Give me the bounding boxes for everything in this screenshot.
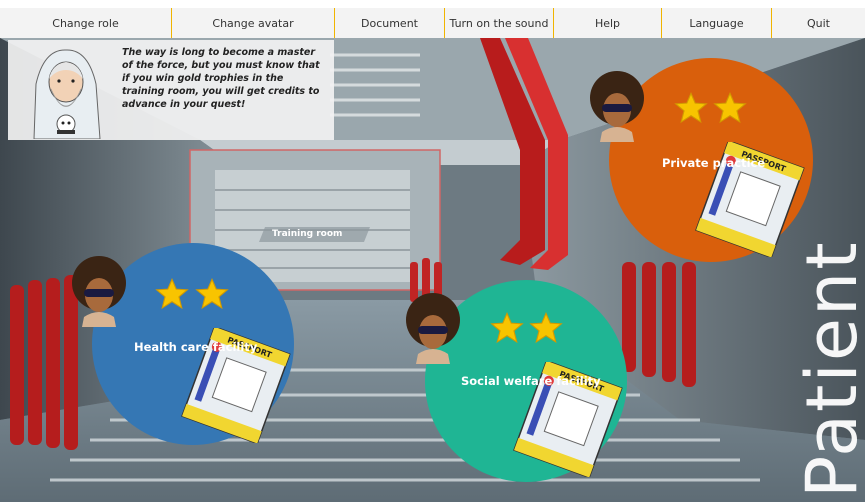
social-welfare-label: Social welfare facility: [461, 374, 601, 388]
mentor-dialog: The way is long to become a master of th…: [8, 40, 334, 140]
patient-avatar-social: [406, 293, 460, 364]
change-avatar-button[interactable]: Change avatar: [172, 8, 335, 38]
quit-button[interactable]: Quit: [772, 8, 865, 38]
training-room-label[interactable]: Training room: [272, 229, 342, 239]
star-icon: [713, 92, 747, 124]
private-practice-label: Private practice: [662, 156, 766, 170]
star-icon: [674, 92, 708, 124]
sound-toggle-button[interactable]: Turn on the sound: [445, 8, 554, 38]
language-button[interactable]: Language: [662, 8, 772, 38]
change-role-button[interactable]: Change role: [0, 8, 172, 38]
mentor-message: The way is long to become a master of th…: [122, 47, 320, 110]
mentor-avatar: [33, 49, 101, 139]
role-label: Patient: [791, 240, 865, 498]
top-strip: [0, 0, 865, 8]
help-button[interactable]: Help: [554, 8, 662, 38]
patient-avatar-health: [72, 256, 126, 327]
document-button[interactable]: Document: [335, 8, 445, 38]
star-icon: [195, 278, 229, 310]
menu-bar: Change role Change avatar Document Turn …: [0, 8, 865, 38]
health-care-label: Health care facility: [134, 340, 258, 354]
star-icon: [155, 278, 189, 310]
patient-avatar-private: [590, 71, 644, 142]
star-icon: [529, 312, 563, 344]
star-icon: [490, 312, 524, 344]
